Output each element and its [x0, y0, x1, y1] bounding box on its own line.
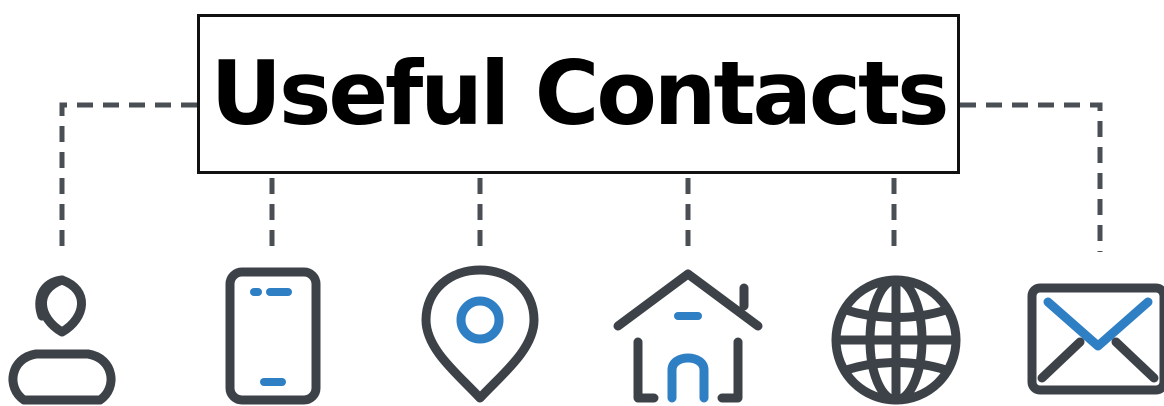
connector-left [59, 102, 197, 252]
title-box: Useful Contacts [197, 14, 960, 174]
contacts-banner: Useful Contacts [0, 0, 1164, 406]
globe-icon [816, 258, 976, 406]
person-icon [0, 258, 150, 406]
home-icon [608, 258, 768, 406]
phone-icon [192, 258, 352, 406]
connector-right [960, 102, 1103, 252]
email-icon [1018, 258, 1164, 406]
location-pin-icon [400, 258, 560, 406]
page-title: Useful Contacts [210, 42, 950, 145]
